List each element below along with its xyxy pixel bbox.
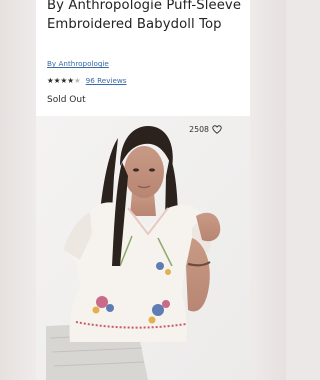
half-star-icon: ★ (73, 75, 81, 85)
product-title: By Anthropologie Puff-Sleeve Embroidered… (47, 0, 242, 32)
backdrop-right (250, 0, 286, 380)
reviews-link[interactable]: 96 Reviews (86, 76, 127, 86)
brand-link[interactable]: By Anthropologie (47, 59, 109, 68)
star-icon: ★ (60, 75, 68, 85)
star-icon: ★ (53, 75, 61, 85)
heart-outline-icon (212, 125, 222, 134)
stock-status: Sold Out (47, 95, 86, 105)
favorites-count: 2508 (189, 125, 209, 134)
backdrop-left (0, 0, 36, 380)
star-icon: ★ (67, 75, 74, 85)
product-photo[interactable]: 2508 (36, 116, 250, 380)
favorite-button[interactable]: 2508 (189, 125, 222, 134)
rating-row[interactable]: ★ ★ ★ ★ ★ 96 Reviews (47, 75, 127, 86)
model-photo-illustration (36, 116, 250, 380)
product-page: By Anthropologie Puff-Sleeve Embroidered… (36, 0, 250, 380)
star-icon: ★ (47, 75, 54, 85)
